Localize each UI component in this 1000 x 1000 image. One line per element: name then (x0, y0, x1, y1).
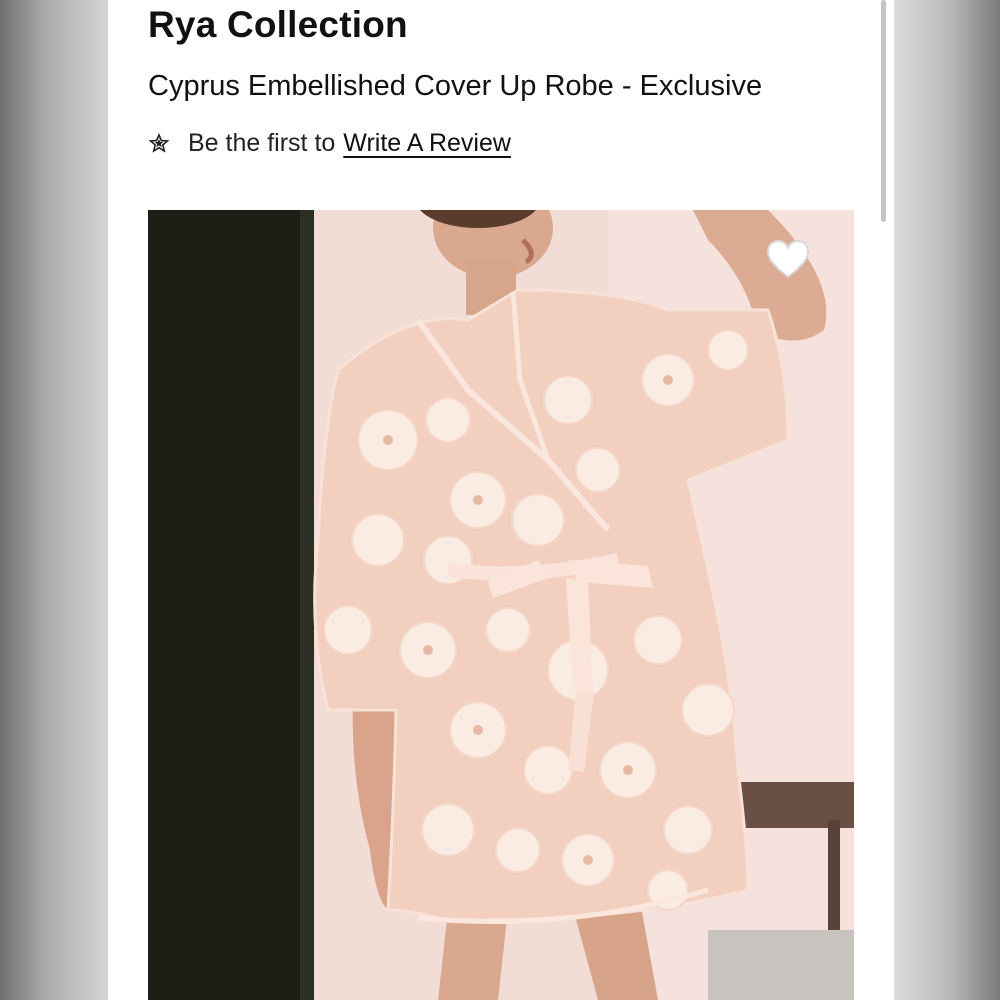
product-page: Rya Collection Cyprus Embellished Cover … (108, 0, 894, 1000)
product-title: Cyprus Embellished Cover Up Robe - Exclu… (148, 70, 763, 102)
star-icon (148, 132, 170, 154)
robe-photo (148, 210, 854, 1000)
brand-name[interactable]: Rya Collection (148, 4, 408, 46)
write-review-link[interactable]: Write A Review (343, 129, 511, 158)
scrollbar[interactable] (881, 0, 886, 222)
right-backdrop (894, 0, 1000, 1000)
review-row: Be the first to Write A Review (148, 126, 511, 160)
heart-icon[interactable] (766, 239, 810, 280)
review-prefix: Be the first to (188, 128, 336, 157)
product-image[interactable] (148, 210, 854, 1000)
left-backdrop (0, 0, 108, 1000)
